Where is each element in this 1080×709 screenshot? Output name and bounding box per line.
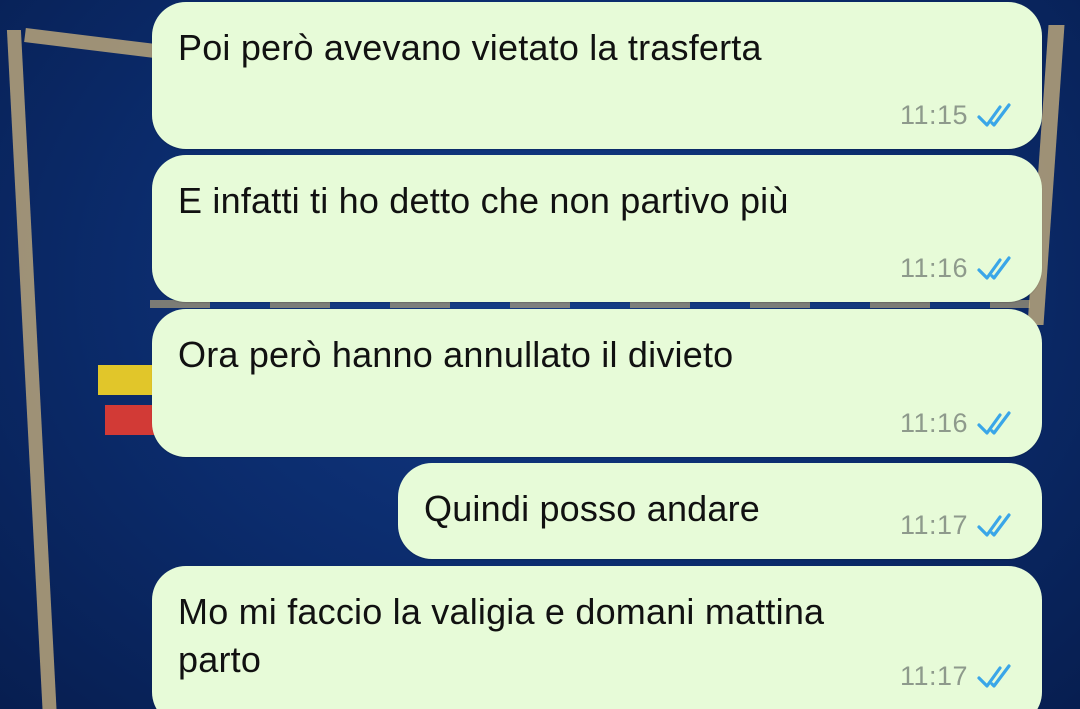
outgoing-message-bubble[interactable]: Quindi posso andare 11:17 [398,463,1042,559]
outgoing-message-bubble[interactable]: Mo mi faccio la valigia e domani mattina… [152,566,1042,709]
message-time: 11:16 [899,408,968,438]
message-time: 11:17 [899,510,968,540]
message-list[interactable]: Poi però avevano vietato la trasferta 11… [0,0,1080,709]
message-meta: 11:17 [900,510,1018,541]
message-meta: 11:15 [900,100,1018,131]
double-check-read-icon [977,102,1011,127]
outgoing-message-bubble[interactable]: E infatti ti ho detto che non partivo pi… [152,155,1042,302]
double-check-read-icon [977,663,1011,688]
double-check-read-icon [977,512,1011,537]
double-check-read-icon [977,410,1011,435]
outgoing-message-bubble[interactable]: Ora però hanno annullato il divieto 11:1… [152,309,1042,457]
message-text: E infatti ti ho detto che non partivo pi… [178,180,789,221]
message-text: Poi però avevano vietato la trasferta [178,27,762,68]
double-check-read-icon [977,255,1011,280]
message-text: Mo mi faccio la valigia e domani mattina… [178,591,825,680]
message-time: 11:16 [899,253,968,283]
message-meta: 11:17 [900,661,1018,692]
message-time: 11:17 [899,661,968,691]
message-meta: 11:16 [900,408,1018,439]
message-meta: 11:16 [900,253,1018,284]
message-text: Ora però hanno annullato il divieto [178,334,734,375]
message-time: 11:15 [899,100,968,130]
outgoing-message-bubble[interactable]: Poi però avevano vietato la trasferta 11… [152,2,1042,149]
